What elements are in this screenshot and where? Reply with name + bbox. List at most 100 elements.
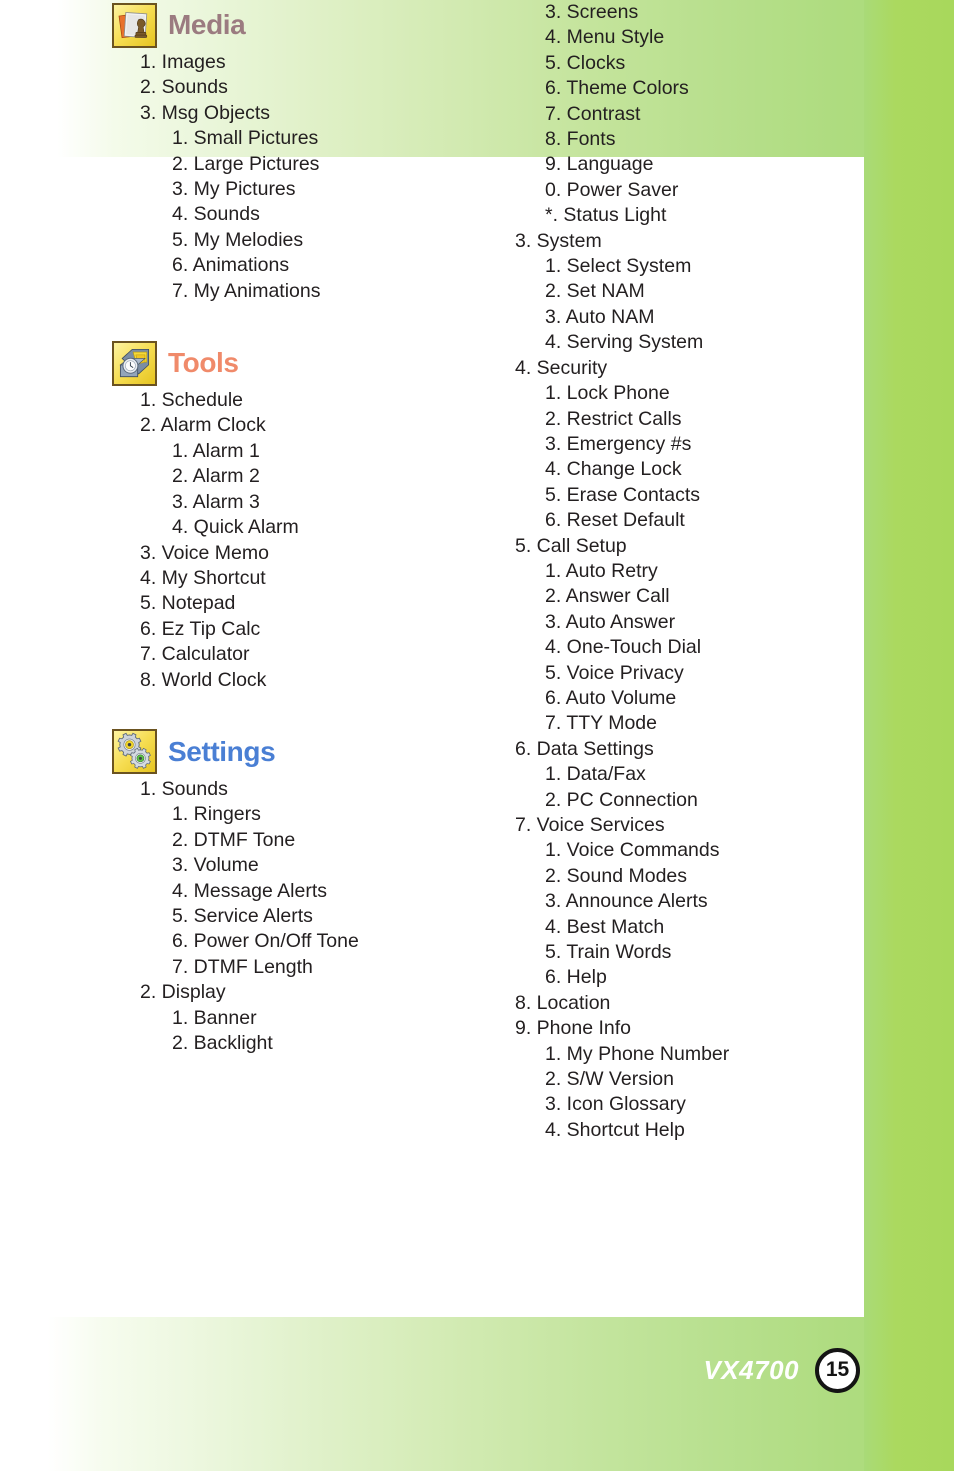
menu-item-level-2: 2. Large Pictures	[172, 152, 320, 175]
menu-item-level-2: 2. Restrict Calls	[545, 407, 682, 430]
menu-item-level-2: 1. Data/Fax	[545, 763, 646, 786]
menu-item-level-2: 1. Select System	[545, 255, 692, 278]
menu-item-level-2: 2. Backlight	[172, 1032, 273, 1054]
menu-item-level-2: 3. Emergency #s	[545, 432, 692, 455]
menu-item-level-2: 0. Power Saver	[545, 178, 679, 201]
menu-item-level-2: 3. Volume	[172, 854, 259, 877]
menu-item-level-2: 4. Serving System	[545, 331, 704, 354]
menu-column-right: 3. Screens 4. Menu Style 5. Clocks 6. Theme…	[500, 0, 864, 1143]
menu-item-level-2: 1. Voice Commands	[545, 839, 720, 862]
menu-item-level-2: 1. Auto Retry	[545, 559, 658, 582]
menu-item-level-2: 1. Small Pictures	[172, 127, 319, 150]
menu-item-level-1: 6. Data Settings	[515, 737, 654, 760]
menu-item-level-2: 5. Clocks	[545, 51, 626, 74]
menu-list: 1. Schedule 2. Alarm Clock 1. Alarm 1 2. Al…	[112, 388, 502, 693]
menu-list: 1. Images 2. Sounds 3. Msg Objects 1. Small…	[112, 50, 502, 304]
section-tools: Tools 1. Schedule 2. Alarm Clock 1. Alarm 1…	[112, 338, 502, 693]
menu-item-level-1: 1. Schedule	[140, 389, 243, 412]
gears-icon	[112, 729, 157, 775]
menu-list: 3. Screens 4. Menu Style 5. Clocks 6. Theme…	[500, 0, 864, 1143]
section-media: Media 1. Images 2. Sounds 3. Msg Objects 1. …	[112, 0, 502, 304]
menu-item-level-2: 6. Power On/Off Tone	[172, 930, 359, 953]
menu-item-level-2: 7. My Animations	[172, 279, 321, 302]
menu-item-level-2: *. Status Light	[545, 204, 667, 227]
menu-item-level-2: 7. TTY Mode	[545, 712, 658, 735]
menu-item-level-2: 2. Alarm 2	[172, 465, 260, 488]
menu-item-level-2: 4. Shortcut Help	[545, 1118, 685, 1141]
menu-item-level-2: 5. Voice Privacy	[545, 661, 684, 684]
menu-item-level-2: 6. Animations	[172, 254, 290, 277]
menu-item-level-1: 8. Location	[515, 991, 611, 1014]
page-root: Media 1. Images 2. Sounds 3. Msg Objects 1. …	[0, 0, 954, 1471]
menu-item-level-1: 4. My Shortcut	[140, 566, 266, 589]
menu-item-level-2: 6. Auto Volume	[545, 686, 677, 709]
menu-item-level-2: 5. Train Words	[545, 941, 672, 964]
menu-item-level-2: 9. Language	[545, 153, 654, 176]
menu-item-level-2: 4. Quick Alarm	[172, 516, 299, 539]
menu-item-level-2: 2. Sound Modes	[545, 864, 688, 887]
menu-item-level-2: 8. Fonts	[545, 128, 616, 151]
menu-item-level-2: 4. Sounds	[172, 203, 260, 226]
menu-item-level-2: 7. DTMF Length	[172, 955, 313, 978]
section-title-settings: Settings	[168, 735, 276, 767]
menu-item-level-1: 3. System	[515, 229, 602, 252]
menu-item-level-2: 6. Reset Default	[545, 509, 685, 532]
menu-item-level-2: 1. Alarm 1	[172, 439, 260, 462]
menu-item-level-1: 2. Alarm Clock	[140, 414, 266, 437]
menu-item-level-1: 1. Sounds	[140, 777, 228, 800]
menu-item-level-2: 4. Change Lock	[545, 458, 682, 481]
menu-item-level-2: 1. Ringers	[172, 803, 261, 826]
menu-item-level-1: 5. Notepad	[140, 592, 236, 615]
section-heading-settings: Settings	[112, 727, 502, 777]
menu-item-level-1: 7. Voice Services	[515, 814, 665, 836]
menu-item-level-1: 8. World Clock	[140, 668, 267, 691]
menu-list: 1. Sounds 1. Ringers 2. DTMF Tone 3. Volume…	[112, 777, 502, 1056]
menu-item-level-2: 4. Best Match	[545, 915, 665, 938]
menu-column-left: Media 1. Images 2. Sounds 3. Msg Objects 1. …	[112, 0, 502, 1056]
menu-item-level-2: 2. S/W Version	[545, 1068, 674, 1091]
section-heading-media: Media	[112, 0, 502, 50]
menu-item-level-1: 9. Phone Info	[515, 1017, 632, 1040]
section-heading-tools: Tools	[112, 338, 502, 388]
menu-item-level-1: 6. Ez Tip Calc	[140, 617, 261, 640]
section-title-media: Media	[168, 9, 246, 40]
media-photos-icon	[112, 2, 157, 48]
menu-item-level-2: 1. My Phone Number	[545, 1042, 730, 1065]
menu-item-level-2: 3. Icon Glossary	[545, 1093, 686, 1116]
section-title-tools: Tools	[168, 347, 239, 379]
menu-item-level-2: 5. Erase Contacts	[545, 483, 700, 506]
menu-item-level-2: 2. Set NAM	[545, 280, 645, 303]
menu-item-level-2: 6. Theme Colors	[545, 77, 689, 100]
menu-item-level-2: 5. My Melodies	[172, 228, 304, 251]
decorative-right-band	[864, 0, 954, 1471]
menu-item-level-2: 3. Alarm 3	[172, 490, 260, 513]
menu-item-level-1: 2. Display	[140, 981, 226, 1004]
menu-item-level-1: 4. Security	[515, 356, 608, 379]
menu-item-level-2: 3. Auto NAM	[545, 305, 655, 328]
menu-item-level-2: 3. My Pictures	[172, 178, 296, 201]
menu-item-level-1: 1. Images	[140, 51, 226, 73]
menu-item-level-2: 4. Menu Style	[545, 26, 665, 49]
menu-item-level-1: 3. Msg Objects	[140, 101, 271, 124]
menu-item-level-2: 1. Lock Phone	[545, 382, 670, 405]
menu-item-level-2: 2. PC Connection	[545, 788, 698, 811]
model-name: VX4700	[703, 1354, 799, 1385]
section-settings: Settings 1. Sounds 1. Ringers 2. DTMF Tone 3…	[112, 727, 502, 1056]
menu-item-level-2: 1. Banner	[172, 1006, 257, 1029]
menu-item-level-2: 3. Auto Answer	[545, 610, 676, 633]
menu-item-level-2: 2. DTMF Tone	[172, 828, 296, 851]
menu-item-level-2: 4. Message Alerts	[172, 879, 327, 902]
menu-item-level-2: 5. Service Alerts	[172, 904, 313, 927]
menu-item-level-2: 7. Contrast	[545, 102, 641, 125]
page-number-badge: 15	[815, 1347, 860, 1393]
menu-item-level-1: 7. Calculator	[140, 643, 250, 666]
menu-item-level-1: 5. Call Setup	[515, 534, 627, 557]
menu-item-level-2: 3. Announce Alerts	[545, 890, 708, 913]
toolbox-icon	[112, 340, 157, 386]
menu-item-level-2: 4. One-Touch Dial	[545, 636, 702, 659]
menu-item-level-2: 6. Help	[545, 966, 607, 989]
menu-item-level-1: 2. Sounds	[140, 76, 228, 99]
menu-item-level-2: 3. Screens	[545, 1, 639, 23]
